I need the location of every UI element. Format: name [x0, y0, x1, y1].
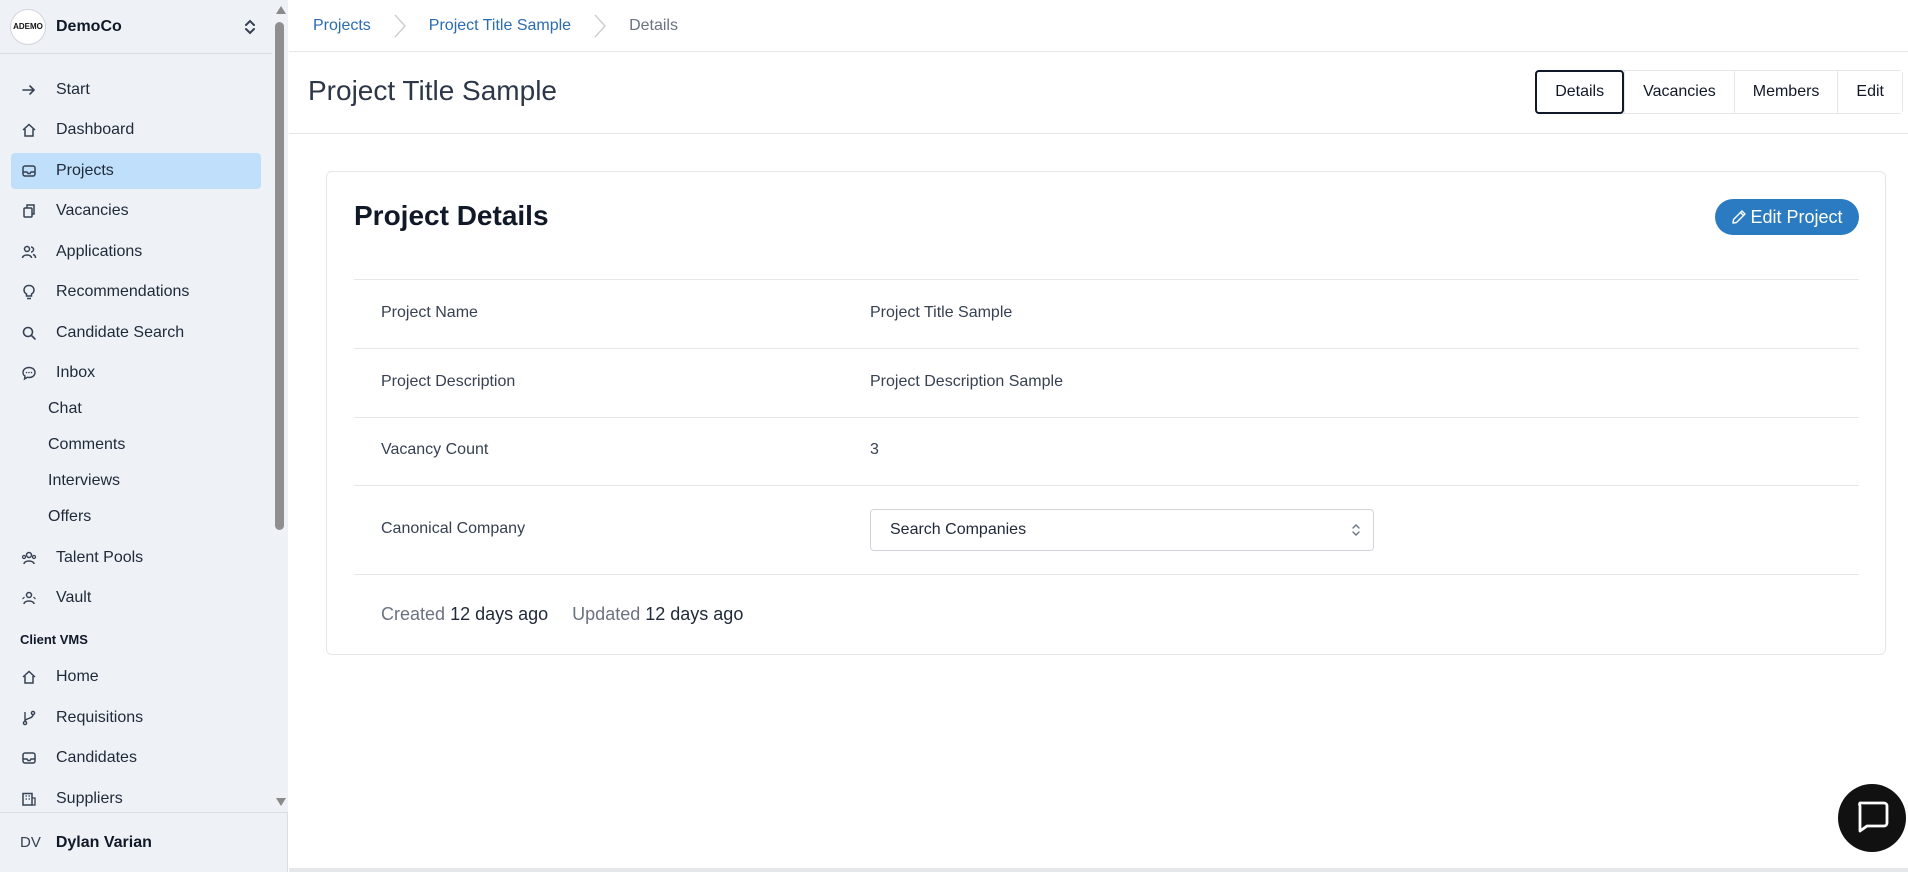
- sidebar-item-label: Inbox: [56, 364, 96, 381]
- sidebar-item-recommendations[interactable]: Recommendations: [11, 274, 261, 310]
- updated-value: 12 days ago: [645, 604, 744, 624]
- page-header: Project Title Sample Details Vacancies M…: [289, 52, 1908, 134]
- scroll-thumb[interactable]: [275, 22, 284, 530]
- sidebar-item-label: Recommendations: [56, 283, 190, 300]
- message-icon: [20, 364, 38, 382]
- sidebar-item-label: Candidates: [56, 749, 137, 766]
- detail-row-project-description: Project Description Project Description …: [354, 348, 1859, 417]
- tab-group: Details Vacancies Members Edit: [1535, 70, 1903, 114]
- detail-value: 3: [870, 441, 879, 458]
- branch-icon: [20, 709, 38, 727]
- sidebar-item-label: Candidate Search: [56, 324, 185, 341]
- sidebar-scrollbar[interactable]: [272, 0, 288, 812]
- scroll-down-arrow-icon[interactable]: [276, 798, 286, 806]
- bottom-divider: [289, 868, 1908, 872]
- created-label: Created: [381, 604, 446, 624]
- sidebar-item-label: Suppliers: [56, 790, 123, 807]
- sidebar-item-label: Applications: [56, 243, 143, 260]
- pencil-icon: [1731, 209, 1747, 225]
- breadcrumb-project[interactable]: Project Title Sample: [429, 17, 571, 35]
- sidebar-item-dashboard[interactable]: Dashboard: [11, 112, 261, 148]
- detail-value: Project Description Sample: [870, 373, 1063, 390]
- vault-icon: [20, 589, 38, 607]
- sidebar-item-label: Requisitions: [56, 709, 144, 726]
- user-menu[interactable]: DV Dylan Varian: [0, 812, 288, 872]
- building-icon: [20, 790, 38, 808]
- breadcrumb-projects[interactable]: Projects: [313, 17, 371, 35]
- sidebar-subitem-offers[interactable]: Offers: [48, 502, 91, 532]
- detail-row-project-name: Project Name Project Title Sample: [354, 279, 1859, 348]
- user-name: Dylan Varian: [55, 833, 152, 851]
- company-search-select[interactable]: Search Companies: [870, 509, 1374, 551]
- sidebar-item-vault[interactable]: Vault: [11, 580, 261, 616]
- page-title: Project Title Sample: [308, 75, 557, 106]
- home-icon: [20, 121, 38, 139]
- sidebar: ADEMO DemoCo Start Dashboard Projects Va…: [0, 0, 288, 872]
- inbox-icon: [20, 162, 38, 180]
- sidebar-item-start[interactable]: Start: [11, 72, 261, 108]
- detail-key: Project Description: [381, 373, 516, 390]
- sidebar-subitem-comments[interactable]: Comments: [48, 430, 125, 460]
- sidebar-item-label: Vault: [56, 589, 92, 606]
- sidebar-subitem-interviews[interactable]: Interviews: [48, 466, 120, 496]
- breadcrumb: Projects Project Title Sample Details: [289, 0, 1908, 52]
- chevron-right-icon: [393, 13, 407, 39]
- sidebar-item-home[interactable]: Home: [11, 659, 261, 695]
- scroll-up-arrow-icon[interactable]: [276, 6, 286, 14]
- pool-icon: [20, 549, 38, 567]
- chat-launcher-button[interactable]: [1838, 784, 1906, 852]
- copy-icon: [20, 202, 38, 220]
- tab-members[interactable]: Members: [1733, 71, 1838, 113]
- sidebar-item-label: Vacancies: [56, 202, 129, 219]
- project-details-card: Project Details Edit Project Project Nam…: [326, 171, 1886, 655]
- sidebar-item-requisitions[interactable]: Requisitions: [11, 700, 261, 736]
- users-icon: [20, 243, 38, 261]
- detail-key: Vacancy Count: [381, 441, 489, 458]
- detail-row-vacancy-count: Vacancy Count 3: [354, 417, 1859, 485]
- sidebar-subitem-chat[interactable]: Chat: [48, 394, 82, 424]
- sidebar-item-label: Dashboard: [56, 121, 135, 138]
- timestamps: Created 12 days ago Updated 12 days ago: [381, 604, 743, 625]
- lightbulb-icon: [20, 283, 38, 301]
- arrow-right-icon: [20, 81, 38, 99]
- tab-edit[interactable]: Edit: [1837, 71, 1902, 113]
- sidebar-item-label: Talent Pools: [56, 549, 144, 566]
- sidebar-item-label: Home: [56, 668, 99, 685]
- select-placeholder: Search Companies: [890, 521, 1027, 538]
- sidebar-item-applications[interactable]: Applications: [11, 234, 261, 270]
- org-name: DemoCo: [56, 17, 122, 35]
- search-icon: [20, 324, 38, 342]
- sidebar-item-label: Projects: [56, 162, 114, 179]
- breadcrumb-details: Details: [629, 16, 678, 34]
- sidebar-item-candidate-search[interactable]: Candidate Search: [11, 315, 261, 351]
- inbox-icon: [20, 749, 38, 767]
- chevron-right-icon: [593, 13, 607, 39]
- org-switcher[interactable]: ADEMO DemoCo: [0, 0, 272, 54]
- tab-details[interactable]: Details: [1535, 70, 1625, 114]
- tab-vacancies[interactable]: Vacancies: [1624, 71, 1734, 113]
- detail-key: Canonical Company: [381, 520, 526, 537]
- sidebar-item-vacancies[interactable]: Vacancies: [11, 193, 261, 229]
- detail-value: Project Title Sample: [870, 304, 1013, 321]
- chevron-up-down-icon[interactable]: [240, 18, 260, 36]
- sidebar-item-label: Start: [56, 81, 90, 98]
- detail-row-canonical-company: Canonical Company Search Companies: [354, 485, 1859, 575]
- sidebar-item-candidates[interactable]: Candidates: [11, 740, 261, 776]
- created-value: 12 days ago: [450, 604, 549, 624]
- sidebar-item-projects[interactable]: Projects: [11, 153, 261, 189]
- org-logo: ADEMO: [10, 8, 46, 45]
- chevron-up-down-icon: [1351, 522, 1361, 538]
- section-label-client-vms: Client VMS: [20, 632, 88, 647]
- avatar: DV: [20, 834, 41, 851]
- chat-bubble-icon: [1854, 799, 1890, 838]
- home-icon: [20, 668, 38, 686]
- sidebar-item-talent-pools[interactable]: Talent Pools: [11, 540, 261, 576]
- edit-project-label: Edit Project: [1750, 206, 1843, 227]
- updated-label: Updated: [572, 604, 641, 624]
- card-title: Project Details: [354, 200, 549, 231]
- edit-project-button[interactable]: Edit Project: [1715, 199, 1859, 235]
- sidebar-item-inbox[interactable]: Inbox: [11, 355, 261, 391]
- detail-key: Project Name: [381, 304, 478, 321]
